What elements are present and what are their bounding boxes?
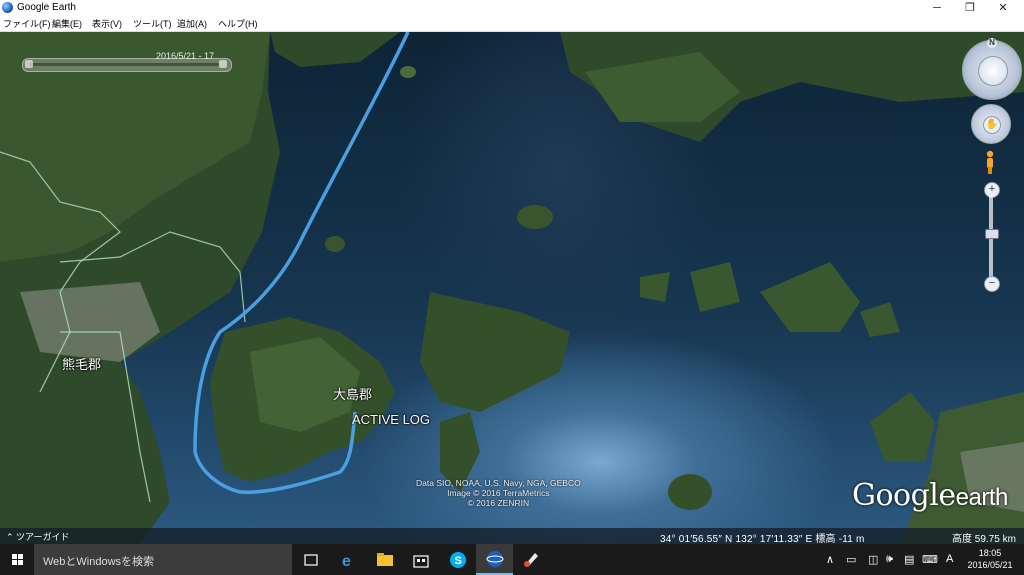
- time-slider-track[interactable]: [29, 63, 219, 66]
- tray-overflow-chevron[interactable]: ∧: [826, 553, 834, 566]
- altitude-readout: 高度 59.75 km: [952, 534, 1016, 544]
- taskbar-search[interactable]: WebとWindowsを検索: [34, 544, 292, 575]
- map-viewport[interactable]: 2016/5/21 - 17 熊毛郡 大島郡 ACTIVE LOG Data S…: [0, 32, 1024, 544]
- close-button[interactable]: ✕: [988, 0, 1018, 16]
- attribution-line: © 2016 ZENRIN: [467, 498, 530, 508]
- zoom-out-button[interactable]: −: [984, 276, 1000, 292]
- pegman-icon[interactable]: [985, 150, 995, 174]
- svg-text:e: e: [342, 553, 351, 570]
- google-earth-taskbar-button[interactable]: [476, 544, 513, 575]
- menu-view[interactable]: 表示(V): [92, 17, 122, 30]
- skype-icon[interactable]: S: [447, 549, 469, 571]
- google-earth-app-icon: [2, 2, 13, 13]
- map-attribution: Data SIO, NOAA, U.S. Navy, NGA, GEBCO Im…: [416, 478, 581, 508]
- title-bar: Google Earth ─ ❐ ✕: [0, 0, 1024, 16]
- time-slider-start-handle[interactable]: [25, 60, 33, 68]
- move-control[interactable]: ✋: [971, 104, 1011, 144]
- file-explorer-icon[interactable]: [374, 549, 396, 571]
- search-placeholder[interactable]: WebとWindowsを検索: [43, 553, 154, 569]
- svg-text:S: S: [455, 555, 462, 567]
- network-icon[interactable]: ◫: [868, 553, 878, 566]
- google-earth-logo: Googleearth: [852, 478, 1008, 513]
- menu-bar: ファイル(F) 編集(E) 表示(V) ツール(T) 追加(A) ヘルプ(H): [0, 16, 1024, 32]
- map-terrain: [0, 32, 1024, 544]
- clock-date: 2016/05/21: [967, 560, 1013, 570]
- menu-help[interactable]: ヘルプ(H): [218, 17, 258, 30]
- store-icon[interactable]: [410, 549, 432, 571]
- menu-edit[interactable]: 編集(E): [52, 17, 82, 30]
- zoom-knob[interactable]: [985, 229, 999, 240]
- notification-icon[interactable]: ▤: [904, 553, 914, 566]
- tour-guide-toggle[interactable]: ⌃ ツアーガイド: [6, 530, 70, 543]
- status-bar: ⌃ ツアーガイド 34° 01′56.55″ N 132° 17′11.33″ …: [0, 528, 1024, 544]
- place-label-oshima[interactable]: 大島郡: [333, 384, 372, 403]
- menu-tools[interactable]: ツール(T): [133, 17, 172, 30]
- eye-icon[interactable]: [978, 56, 1008, 86]
- edge-icon[interactable]: e: [338, 549, 360, 571]
- look-around-control[interactable]: N: [962, 38, 1022, 100]
- windows-logo-icon: [12, 554, 23, 565]
- clock-time: 18:05: [978, 548, 1002, 558]
- volume-icon[interactable]: 🕪: [886, 553, 893, 566]
- hand-icon[interactable]: ✋: [983, 116, 1001, 134]
- zoom-slider[interactable]: + −: [984, 182, 1000, 292]
- maximize-button[interactable]: ❐: [955, 0, 985, 16]
- google-earth-icon: [486, 551, 504, 567]
- battery-icon[interactable]: ▭: [846, 553, 856, 566]
- menu-file[interactable]: ファイル(F): [3, 17, 51, 30]
- attribution-line: Image © 2016 TerraMetrics: [447, 488, 550, 498]
- keyboard-icon[interactable]: ⌨: [922, 553, 938, 566]
- window-title: Google Earth: [17, 2, 76, 13]
- ime-indicator[interactable]: A: [946, 553, 953, 565]
- time-slider-label: 2016/5/21 - 17: [156, 51, 215, 61]
- taskbar: WebとWindowsを検索 e S ∧ ▭ ◫ 🕪 ▤ ⌨ A 18:05 2…: [0, 544, 1024, 575]
- task-view-icon[interactable]: [300, 549, 322, 571]
- place-label-active-log[interactable]: ACTIVE LOG: [352, 412, 430, 427]
- start-button[interactable]: [0, 544, 34, 575]
- place-label-kumage[interactable]: 熊毛郡: [62, 354, 101, 373]
- coordinates-readout: 34° 01′56.55″ N 132° 17′11.33″ E 標高 -11 …: [660, 534, 865, 544]
- time-slider-end-handle[interactable]: [219, 60, 227, 68]
- attribution-line: Data SIO, NOAA, U.S. Navy, NGA, GEBCO: [416, 478, 581, 488]
- minimize-button[interactable]: ─: [922, 0, 952, 16]
- paint-icon[interactable]: [520, 549, 542, 571]
- clock[interactable]: 18:05 2016/05/21: [962, 547, 1018, 571]
- north-reset-button[interactable]: N: [987, 38, 997, 48]
- menu-add[interactable]: 追加(A): [177, 17, 207, 30]
